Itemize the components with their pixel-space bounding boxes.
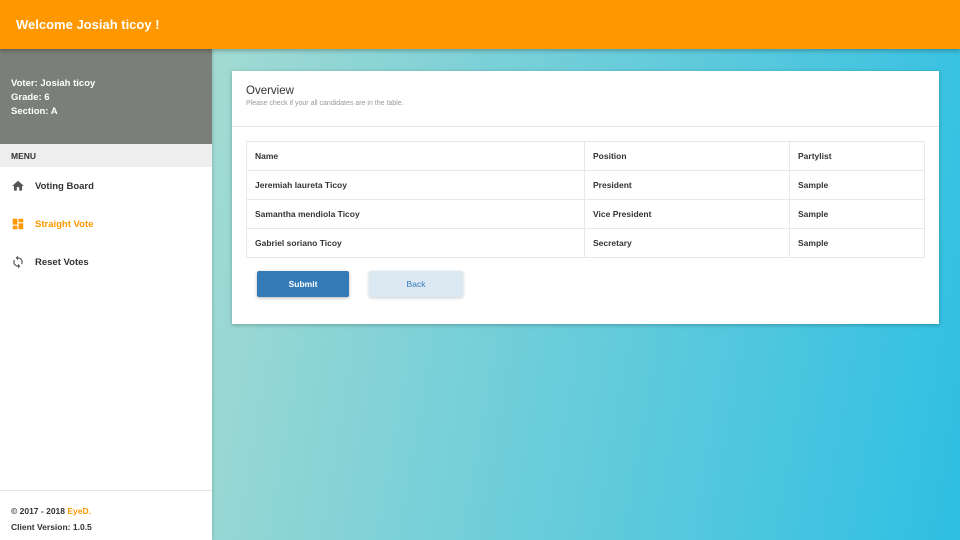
refresh-icon [11,255,25,269]
user-panel: Voter: Josiah ticoy Grade: 6 Section: A [0,49,212,144]
cell-position: Vice President [584,199,790,229]
sidebar-item-label: Straight Vote [35,218,94,230]
candidates-table: Name Position Partylist Jeremiah laureta… [246,141,925,258]
cell-name: Jeremiah laureta Ticoy [246,170,585,200]
copyright-text: © 2017 - 2018 [11,506,68,516]
sidebar-item-reset-votes[interactable]: Reset Votes [0,243,212,281]
table-row: Gabriel soriano Ticoy Secretary Sample [246,228,925,258]
sidebar-item-voting-board[interactable]: Voting Board [0,167,212,205]
voter-name: Voter: Josiah ticoy [11,78,96,89]
sidebar-item-label: Voting Board [35,180,94,192]
page: Welcome Josiah ticoy ! Voter: Josiah tic… [0,0,960,540]
sidebar-footer: © 2017 - 2018 EyeD. Client Version: 1.0.… [0,490,212,540]
cell-name: Gabriel soriano Ticoy [246,228,585,258]
submit-button[interactable]: Submit [257,271,349,297]
top-bar: Welcome Josiah ticoy ! [0,0,960,49]
cell-position: President [584,170,790,200]
card-title: Overview [246,85,294,97]
card-subtitle: Please check if your all candidates are … [246,100,404,107]
welcome-title: Welcome Josiah ticoy ! [16,17,160,32]
cell-partylist: Sample [789,228,925,258]
sidebar-item-straight-vote[interactable]: Straight Vote [0,205,212,243]
table-header-row: Name Position Partylist [246,141,925,171]
cell-name: Samantha mendiola Ticoy [246,199,585,229]
voter-grade: Grade: 6 [11,92,50,103]
brand-link[interactable]: EyeD. [67,506,91,516]
overview-card: Overview Please check if your all candid… [232,71,939,324]
dashboard-icon [11,217,25,231]
back-button[interactable]: Back [369,271,463,297]
cell-partylist: Sample [789,199,925,229]
copyright: © 2017 - 2018 EyeD. [11,503,212,519]
table-row: Samantha mendiola Ticoy Vice President S… [246,199,925,229]
voter-section: Section: A [11,106,58,117]
home-icon [11,179,25,193]
sidebar: Voter: Josiah ticoy Grade: 6 Section: A … [0,49,212,540]
menu-header: MENU [0,144,212,167]
column-header-partylist: Partylist [789,141,925,171]
cell-partylist: Sample [789,170,925,200]
client-version: Client Version: 1.0.5 [11,522,92,532]
sidebar-item-label: Reset Votes [35,256,89,268]
column-header-position: Position [584,141,790,171]
column-header-name: Name [246,141,585,171]
table-row: Jeremiah laureta Ticoy President Sample [246,170,925,200]
card-header: Overview Please check if your all candid… [232,71,939,127]
cell-position: Secretary [584,228,790,258]
